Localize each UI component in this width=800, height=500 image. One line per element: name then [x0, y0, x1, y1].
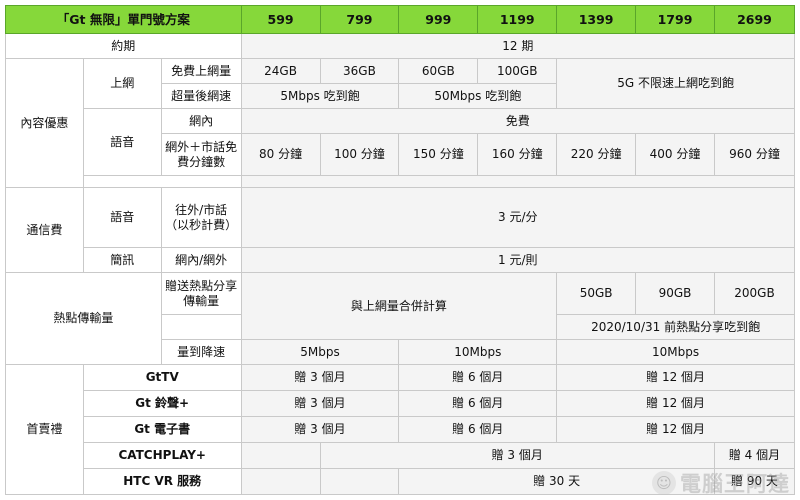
voice-label: 語音 [82, 108, 162, 176]
price-2699: 2699 [713, 5, 796, 34]
fee-voice-label: 語音 [82, 187, 162, 248]
contract-label: 約期 [5, 33, 242, 59]
offnet-1399: 220 分鐘 [556, 133, 637, 176]
gttv-high: 贈 12 個月 [556, 364, 795, 391]
onnet-label: 網內 [160, 108, 242, 134]
htcvr-high: 贈 90 天 [713, 468, 796, 495]
price-599: 599 [240, 5, 321, 34]
price-1199: 1199 [477, 5, 558, 34]
voice-onnet-row: 語音 網內 免費 [6, 108, 796, 176]
free-data-999: 60GB [398, 58, 479, 84]
gttv-label: GtTV [82, 364, 242, 391]
hotspot-1399: 50GB [556, 272, 637, 315]
hotspot-1799: 90GB [635, 272, 715, 315]
fee-sms-row: 簡訊 網內/網外 1 元/則 [6, 247, 796, 273]
plan-title: 「Gt 無限」單門號方案 [5, 5, 242, 34]
catchplay-empty [240, 442, 321, 469]
free-data-599: 24GB [240, 58, 321, 84]
htcvr-mid: 贈 30 天 [398, 468, 715, 495]
hotspot-gift-label: 贈送熱點分享傳輸量 [160, 272, 242, 315]
gift-ebook-row: Gt 電子書 贈 3 個月 贈 6 個月 贈 12 個月 [6, 416, 795, 443]
plan-comparison-table: 「Gt 無限」單門號方案 599 799 999 1199 1399 1799 … [5, 5, 796, 495]
ring-high: 贈 12 個月 [556, 390, 795, 417]
ebook-low: 贈 3 個月 [240, 416, 400, 443]
price-999: 999 [398, 5, 479, 34]
offnet-1799: 400 分鐘 [635, 133, 715, 176]
ring-low: 贈 3 個月 [240, 390, 400, 417]
offnet-label: 網外＋市話免費分鐘數 [160, 133, 242, 176]
offnet-599: 80 分鐘 [240, 133, 321, 176]
hotspot-gift-row: 熱點傳輸量 贈送熱點分享傳輸量 與上網量合併計算 50GB 90GB 200GB [5, 272, 796, 365]
price-1799: 1799 [635, 5, 715, 34]
hotspot-promo-label [160, 314, 242, 340]
contract-row: 約期 12 期 [5, 33, 796, 59]
internet-free-row: 內容優惠 上網 免費上網量 24GB 36GB 60GB 100GB 5G 不限… [5, 58, 795, 188]
hotspot-promo: 2020/10/31 前熱點分享吃到飽 [556, 314, 795, 340]
gifts-label: 首賣禮 [5, 364, 84, 495]
free-data-1199: 100GB [477, 58, 558, 84]
htcvr-empty [319, 468, 400, 495]
throttle-high: 10Mbps [556, 339, 795, 365]
spacer-cell [82, 175, 242, 188]
fee-voice-value: 3 元/分 [240, 187, 796, 248]
throttle-label: 量到降速 [160, 339, 242, 365]
htcvr-label: HTC VR 服務 [82, 468, 242, 495]
gift-ring-row: Gt 鈴聲+ 贈 3 個月 贈 6 個月 贈 12 個月 [6, 390, 795, 417]
unlimited-5g: 5G 不限速上網吃到飽 [556, 58, 795, 109]
plan-page: 「Gt 無限」單門號方案 599 799 999 1199 1399 1799 … [0, 0, 800, 500]
gttv-low: 贈 3 個月 [240, 364, 400, 391]
catchplay-mid: 贈 3 個月 [319, 442, 715, 469]
after-speed-label: 超量後網速 [160, 83, 242, 109]
spacer-cell [240, 175, 796, 188]
contract-value: 12 期 [240, 33, 796, 59]
catchplay-label: CATCHPLAY+ [82, 442, 242, 469]
offnet-2699: 960 分鐘 [713, 133, 796, 176]
hotspot-merged: 與上網量合併計算 [240, 272, 558, 340]
offnet-999: 150 分鐘 [398, 133, 479, 176]
ebook-mid: 贈 6 個月 [398, 416, 558, 443]
throttle-low: 5Mbps [240, 339, 400, 365]
ebook-label: Gt 電子書 [82, 416, 242, 443]
price-1399: 1399 [556, 5, 637, 34]
fees-label: 通信費 [5, 187, 84, 273]
price-799: 799 [319, 5, 400, 34]
gift-catchplay-row: CATCHPLAY+ 贈 3 個月 贈 4 個月 [6, 442, 796, 469]
fee-sms-value: 1 元/則 [240, 247, 796, 273]
header-row: 「Gt 無限」單門號方案 599 799 999 1199 1399 1799 … [5, 5, 796, 34]
throttle-mid: 10Mbps [398, 339, 558, 365]
hotspot-2699: 200GB [713, 272, 796, 315]
onnet-value: 免費 [240, 108, 796, 134]
offnet-1199: 160 分鐘 [477, 133, 558, 176]
ebook-high: 贈 12 個月 [556, 416, 795, 443]
fee-sms-label: 簡訊 [82, 247, 162, 273]
content-spacer-row [6, 175, 796, 188]
gift-htcvr-row: HTC VR 服務 贈 30 天 贈 90 天 [6, 468, 796, 495]
gttv-mid: 贈 6 個月 [398, 364, 558, 391]
ring-label: Gt 鈴聲+ [82, 390, 242, 417]
fee-voice-row: 通信費 語音 往外/市話（以秒計費） 3 元/分 [5, 187, 796, 273]
catchplay-high: 贈 4 個月 [713, 442, 796, 469]
gift-gttv-row: 首賣禮 GtTV 贈 3 個月 贈 6 個月 贈 12 個月 [5, 364, 795, 495]
fee-sms-sub: 網內/網外 [160, 247, 242, 273]
internet-label: 上網 [82, 58, 162, 109]
free-data-799: 36GB [319, 58, 400, 84]
content-label: 內容優惠 [5, 58, 84, 188]
after-speed-high: 50Mbps 吃到飽 [398, 83, 558, 109]
offnet-799: 100 分鐘 [319, 133, 400, 176]
htcvr-empty [240, 468, 321, 495]
after-speed-low: 5Mbps 吃到飽 [240, 83, 400, 109]
free-data-label: 免費上網量 [160, 58, 242, 84]
fee-voice-sub: 往外/市話（以秒計費） [160, 187, 242, 248]
ring-mid: 贈 6 個月 [398, 390, 558, 417]
hotspot-label: 熱點傳輸量 [5, 272, 162, 365]
